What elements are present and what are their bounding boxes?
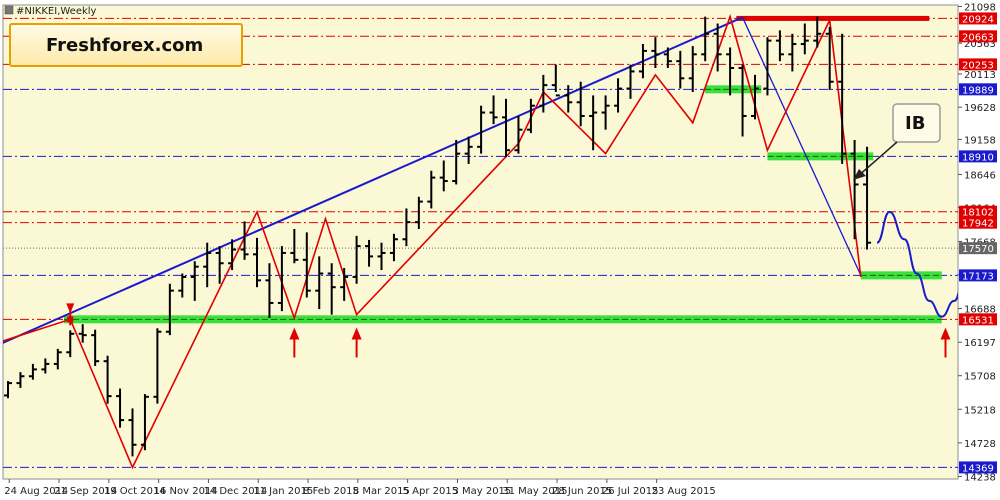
nikkei-weekly-chart: #NIKKEI,WeeklyFreshforex.comIB2109820563… [0, 0, 1000, 500]
level-label: 18910 [962, 152, 994, 163]
watermark-text: Freshforex.com [46, 35, 203, 56]
down-marker-dot [67, 316, 74, 323]
y-tick-label: 21098 [964, 3, 996, 14]
level-label: 20924 [962, 14, 994, 25]
level-label: 20663 [962, 32, 994, 43]
x-tick-label: 26 Jul 2015 [602, 486, 659, 497]
y-tick-label: 19628 [964, 103, 996, 114]
level-label: 17173 [962, 271, 994, 282]
y-tick-label: 14728 [964, 439, 996, 450]
red-zone [736, 15, 930, 21]
ib-callout-text: IB [905, 113, 925, 134]
level-label: 14369 [962, 463, 994, 474]
x-tick-label: 8 Feb 2015 [303, 486, 359, 497]
y-tick-label: 15218 [964, 405, 996, 416]
title-icon [4, 5, 14, 15]
y-tick-label: 15708 [964, 372, 996, 383]
green-zone-18910 [767, 152, 874, 161]
y-tick-label: 20113 [964, 70, 996, 81]
x-tick-label: 23 Aug 2015 [652, 486, 716, 497]
x-tick-label: 5 Apr 2015 [403, 486, 458, 497]
plot-area [2, 4, 959, 480]
y-tick-label: 16197 [964, 338, 996, 349]
level-label: 16531 [962, 315, 994, 326]
x-tick-label: 8 Mar 2015 [353, 486, 410, 497]
y-tick-label: 19158 [964, 135, 996, 146]
chart-root: #NIKKEI,Weekly Freshforex.com IB 21098 20563… [0, 0, 1000, 500]
level-label: 17942 [962, 219, 994, 230]
level-label: 20253 [962, 60, 994, 71]
level-label: 17570 [962, 244, 994, 255]
chart-title: #NIKKEI,Weekly [16, 6, 97, 17]
level-label: 19889 [962, 85, 994, 96]
y-tick-label: 18646 [964, 170, 996, 181]
